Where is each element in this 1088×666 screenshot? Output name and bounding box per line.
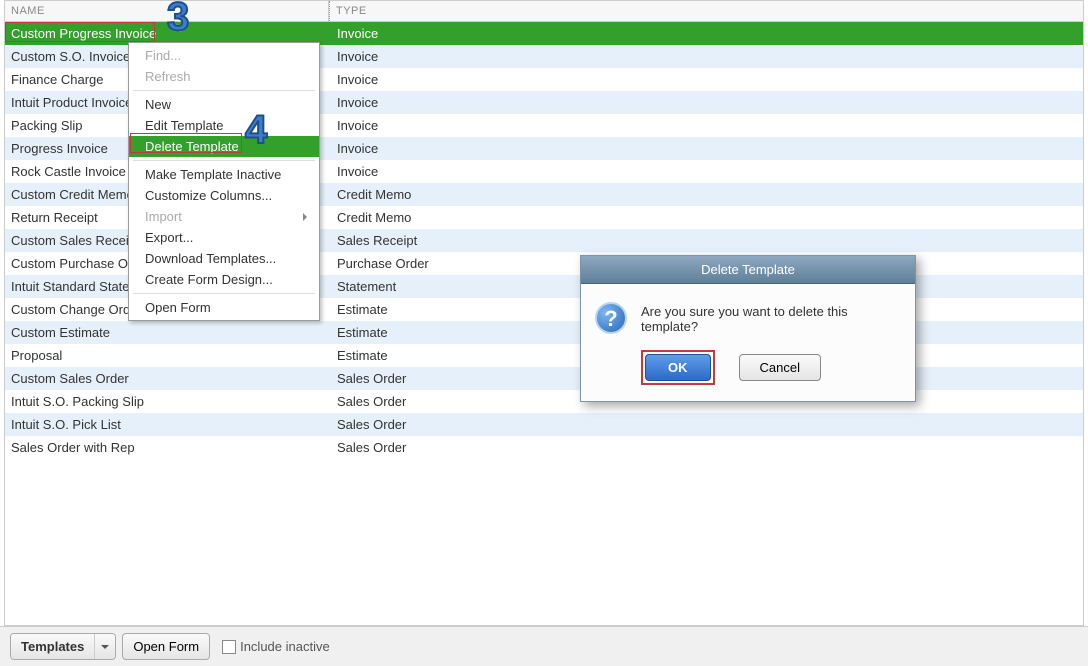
templates-menu-label: Templates <box>11 634 94 659</box>
menu-item[interactable]: New <box>129 94 319 115</box>
cell-type: Invoice <box>331 141 1083 156</box>
templates-menu-button[interactable]: Templates <box>10 633 116 660</box>
cell-type: Credit Memo <box>331 210 1083 225</box>
cell-type: Sales Order <box>331 417 1083 432</box>
dialog-body: ? Are you sure you want to delete this t… <box>581 284 915 344</box>
cell-name: Sales Order with Rep <box>5 440 331 455</box>
cell-type: Sales Order <box>331 440 1083 455</box>
cell-name: Proposal <box>5 348 331 363</box>
table-row[interactable]: ProposalEstimate <box>5 344 1083 367</box>
menu-separator <box>133 160 315 161</box>
cell-name: Custom Progress Invoice <box>5 26 331 41</box>
menu-item[interactable]: Export... <box>129 227 319 248</box>
menu-item[interactable]: Create Form Design... <box>129 269 319 290</box>
chevron-down-icon <box>94 634 115 659</box>
checkbox-icon <box>222 640 236 654</box>
cell-name: Custom Sales Order <box>5 371 331 386</box>
menu-item[interactable]: Make Template Inactive <box>129 164 319 185</box>
delete-template-dialog: Delete Template ? Are you sure you want … <box>580 255 916 402</box>
context-menu: Find...Refresh NewEdit TemplateDelete Tem… <box>128 42 320 321</box>
annotation-box-5: OK <box>641 350 715 385</box>
cell-name: Intuit S.O. Packing Slip <box>5 394 331 409</box>
table-row[interactable]: Intuit S.O. Packing SlipSales Order <box>5 390 1083 413</box>
cancel-button[interactable]: Cancel <box>739 354 821 381</box>
column-header-name[interactable]: NAME <box>5 1 329 21</box>
menu-item: Import <box>129 206 319 227</box>
table-row[interactable]: Sales Order with RepSales Order <box>5 436 1083 459</box>
menu-item[interactable]: Delete Template <box>129 136 319 157</box>
table-header: NAME TYPE <box>5 1 1083 22</box>
table-row[interactable]: Custom Sales OrderSales Order <box>5 367 1083 390</box>
dialog-message: Are you sure you want to delete this tem… <box>641 304 901 334</box>
column-header-type[interactable]: TYPE <box>330 1 1083 21</box>
menu-separator <box>133 293 315 294</box>
cell-type: Invoice <box>331 49 1083 64</box>
dialog-buttons: OK Cancel <box>581 344 915 401</box>
include-inactive-label: Include inactive <box>240 639 330 654</box>
table-row[interactable]: Custom EstimateEstimate <box>5 321 1083 344</box>
menu-item[interactable]: Customize Columns... <box>129 185 319 206</box>
menu-item[interactable]: Open Form <box>129 297 319 318</box>
open-form-button[interactable]: Open Form <box>122 633 210 660</box>
menu-item[interactable]: Edit Template <box>129 115 319 136</box>
cell-type: Sales Receipt <box>331 233 1083 248</box>
menu-item[interactable]: Download Templates... <box>129 248 319 269</box>
table-row[interactable]: Intuit S.O. Pick ListSales Order <box>5 413 1083 436</box>
menu-item: Find... <box>129 45 319 66</box>
menu-separator <box>133 90 315 91</box>
cell-type: Invoice <box>331 26 1083 41</box>
cell-type: Invoice <box>331 72 1083 87</box>
dialog-title: Delete Template <box>581 256 915 284</box>
bottom-toolbar: Templates Open Form Include inactive <box>0 626 1088 666</box>
cell-type: Invoice <box>331 95 1083 110</box>
cell-type: Invoice <box>331 164 1083 179</box>
cell-name: Custom Estimate <box>5 325 331 340</box>
ok-button[interactable]: OK <box>645 354 711 381</box>
include-inactive-checkbox[interactable]: Include inactive <box>222 639 330 654</box>
cell-name: Intuit S.O. Pick List <box>5 417 331 432</box>
menu-item: Refresh <box>129 66 319 87</box>
cell-type: Credit Memo <box>331 187 1083 202</box>
question-icon: ? <box>595 302 627 334</box>
cell-type: Invoice <box>331 118 1083 133</box>
